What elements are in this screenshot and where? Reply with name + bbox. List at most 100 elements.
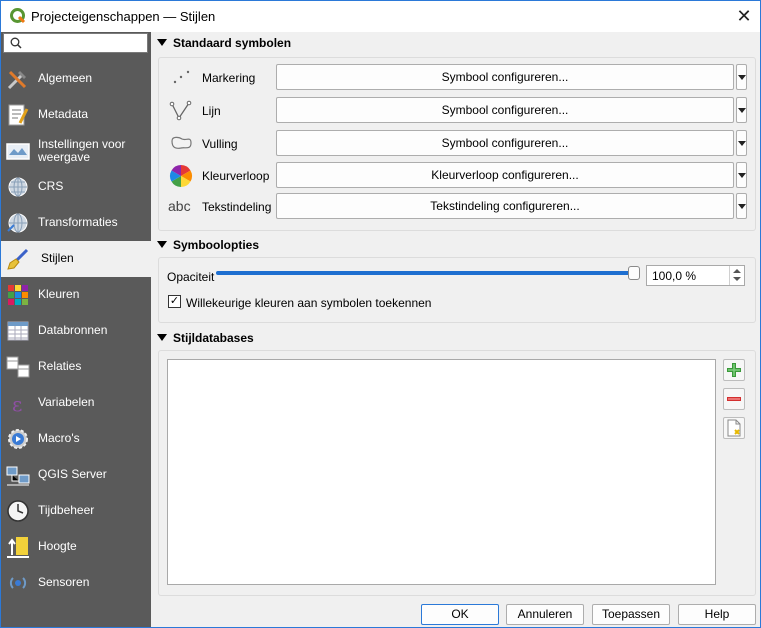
- marker-symbol-icon: [173, 70, 190, 84]
- color-ramp-label: Kleurverloop: [202, 169, 270, 183]
- section-title: Stijldatabases: [173, 331, 254, 345]
- remove-database-button[interactable]: [723, 388, 745, 410]
- fill-label: Vulling: [202, 137, 238, 151]
- sidebar-item-label: Relaties: [38, 359, 82, 373]
- collapse-triangle-icon: [157, 334, 167, 341]
- sidebar-item-label: Stijlen: [41, 251, 74, 265]
- metadata-icon: [8, 104, 29, 126]
- fill-configure-button[interactable]: Symbool configureren...: [276, 130, 734, 156]
- random-colors-checkbox[interactable]: ✓: [168, 295, 181, 308]
- title-bar: Projecteigenschappen — Stijlen ✕: [1, 1, 760, 32]
- sidebar-item-tijdbeheer[interactable]: Tijdbeheer: [1, 493, 151, 529]
- section-title: Standaard symbolen: [173, 36, 292, 50]
- text-format-dropdown-button[interactable]: [736, 193, 747, 219]
- sidebar-item-transformaties[interactable]: Transformaties: [1, 205, 151, 241]
- qgis-logo-icon: [10, 8, 26, 24]
- sidebar-item-label: Kleuren: [38, 287, 80, 301]
- sidebar-item-macros[interactable]: Macro's: [1, 421, 151, 457]
- opacity-value: 100,0 %: [652, 269, 697, 283]
- sidebar-item-label: Databronnen: [38, 323, 108, 337]
- text-format-configure-button[interactable]: Tekstindeling configureren...: [276, 193, 734, 219]
- sidebar-item-stijlen[interactable]: Stijlen: [1, 241, 151, 277]
- marker-row: Markering Symbool configureren...: [159, 63, 755, 93]
- standaard-symbolen-group: Markering Symbool configureren... Lijn S…: [158, 57, 756, 231]
- sidebar-item-label: Tijdbeheer: [38, 503, 95, 517]
- cancel-button[interactable]: Annuleren: [506, 604, 584, 625]
- color-ramp-row: Kleurverloop Kleurverloop configureren..…: [159, 161, 755, 191]
- epsilon-icon: ε: [12, 392, 22, 415]
- marker-label: Markering: [202, 71, 256, 85]
- sidebar-item-relaties[interactable]: Relaties: [1, 349, 151, 385]
- sidebar-item-label: Variabelen: [38, 395, 95, 409]
- sidebar-item-label: Hoogte: [38, 539, 77, 553]
- sidebar-item-label: Instellingen voor weergave: [38, 137, 126, 164]
- plus-icon: [727, 363, 741, 377]
- collapse-triangle-icon: [157, 39, 167, 46]
- sidebar-item-label: Algemeen: [38, 71, 93, 85]
- fill-row: Vulling Symbool configureren...: [159, 129, 755, 159]
- clock-icon: [7, 500, 29, 522]
- checkmark-icon: ✓: [169, 295, 180, 307]
- help-button[interactable]: Help: [678, 604, 756, 625]
- map-settings-icon: [6, 143, 30, 160]
- color-ramp-dropdown-button[interactable]: [736, 162, 747, 188]
- sidebar-nav: Algemeen Metadata Instellingen voor weer…: [1, 61, 151, 601]
- line-symbol-icon: [169, 100, 192, 121]
- style-database-list[interactable]: [167, 359, 716, 585]
- apply-button[interactable]: Toepassen: [592, 604, 670, 625]
- random-colors-label: Willekeurige kleuren aan symbolen toeken…: [186, 296, 432, 310]
- table-icon: [7, 321, 29, 341]
- section-title: Symboolopties: [173, 238, 260, 252]
- opacity-label: Opaciteit: [167, 270, 215, 284]
- sidebar: Algemeen Metadata Instellingen voor weer…: [1, 32, 151, 627]
- color-grid-icon: [8, 285, 28, 305]
- section-standaard-symbolen[interactable]: Standaard symbolen: [157, 36, 291, 54]
- ok-button[interactable]: OK: [421, 604, 499, 625]
- sidebar-item-label: Sensoren: [38, 575, 90, 589]
- relations-icon: [6, 356, 30, 378]
- spin-buttons[interactable]: [729, 266, 744, 285]
- globe-transform-icon: [7, 213, 28, 233]
- marker-configure-button[interactable]: Symbool configureren...: [276, 64, 734, 90]
- sidebar-item-qgis-server[interactable]: QGIS Server: [1, 457, 151, 493]
- spin-down-icon[interactable]: [733, 277, 741, 281]
- fill-symbol-icon: [171, 136, 192, 149]
- globe-icon: [8, 177, 28, 197]
- section-symboolopties[interactable]: Symboolopties: [157, 238, 259, 256]
- sidebar-item-algemeen[interactable]: Algemeen: [1, 61, 151, 97]
- svg-text:ε: ε: [12, 392, 22, 415]
- add-database-button[interactable]: [723, 359, 745, 381]
- search-icon: [10, 37, 22, 49]
- opacity-slider-handle[interactable]: [628, 266, 640, 280]
- fill-dropdown-button[interactable]: [736, 130, 747, 156]
- sidebar-item-label: Metadata: [38, 107, 89, 121]
- sidebar-item-databronnen[interactable]: Databronnen: [1, 313, 151, 349]
- search-input[interactable]: [3, 33, 148, 53]
- opacity-spinbox[interactable]: 100,0 %: [646, 265, 745, 286]
- collapse-triangle-icon: [157, 241, 167, 248]
- spin-up-icon[interactable]: [733, 269, 741, 273]
- line-configure-button[interactable]: Symbool configureren...: [276, 97, 734, 123]
- sidebar-item-hoogte[interactable]: Hoogte: [1, 529, 151, 565]
- sidebar-item-kleuren[interactable]: Kleuren: [1, 277, 151, 313]
- sidebar-item-weergave[interactable]: Instellingen voor weergave: [1, 133, 151, 169]
- new-file-icon: [727, 419, 741, 437]
- sidebar-item-crs[interactable]: CRS: [1, 169, 151, 205]
- sidebar-item-label: Transformaties: [38, 215, 118, 229]
- new-database-button[interactable]: [723, 417, 745, 439]
- sidebar-item-label: QGIS Server: [38, 467, 107, 481]
- sidebar-item-sensoren[interactable]: Sensoren: [1, 565, 151, 601]
- opacity-slider[interactable]: [216, 271, 636, 275]
- sidebar-item-label: Macro's: [38, 431, 80, 445]
- color-ramp-configure-button[interactable]: Kleurverloop configureren...: [276, 162, 734, 188]
- section-stijldatabases[interactable]: Stijldatabases: [157, 331, 254, 349]
- marker-dropdown-button[interactable]: [736, 64, 747, 90]
- line-dropdown-button[interactable]: [736, 97, 747, 123]
- tools-icon: [7, 70, 27, 90]
- text-format-icon: abc: [168, 198, 191, 214]
- window-title: Projecteigenschappen — Stijlen: [31, 9, 216, 24]
- sidebar-item-metadata[interactable]: Metadata: [1, 97, 151, 133]
- sidebar-item-variabelen[interactable]: ε Variabelen: [1, 385, 151, 421]
- paintbrush-icon: [7, 248, 29, 270]
- close-button[interactable]: ✕: [732, 5, 756, 27]
